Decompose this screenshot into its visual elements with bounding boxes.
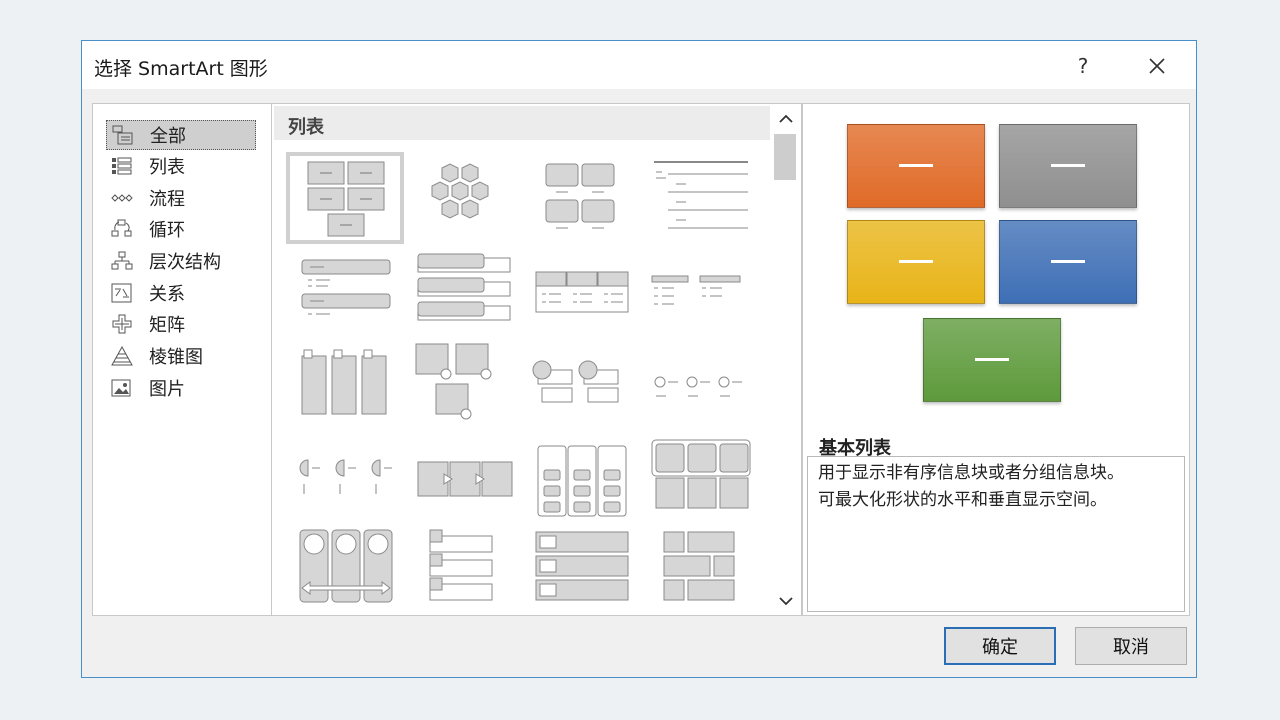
layout-thumbnail	[532, 360, 619, 403]
layout-thumbnail	[654, 376, 742, 397]
preview-shape	[847, 220, 985, 304]
layout-tabbed-list[interactable]	[286, 340, 404, 432]
category-label: 矩阵	[149, 315, 185, 336]
close-button[interactable]	[1142, 51, 1172, 81]
preview-shape	[999, 220, 1137, 304]
layout-thumbnail	[415, 343, 492, 420]
layout-picture-accent-list[interactable]	[404, 524, 522, 616]
layout-brick-list[interactable]	[640, 524, 758, 616]
layout-thumbnail	[307, 161, 385, 237]
gallery-group-label: 列表	[288, 117, 324, 138]
picture-icon	[109, 377, 135, 399]
category-label: 层次结构	[149, 252, 221, 273]
layout-picture-caption-list[interactable]	[404, 340, 522, 432]
cancel-button[interactable]: 取消	[1075, 627, 1187, 665]
category-label: 棱锥图	[149, 347, 203, 368]
layout-thumbnail	[537, 445, 627, 517]
layout-thumbnail	[545, 163, 615, 229]
layout-lined-list[interactable]	[640, 152, 758, 244]
layout-table-list[interactable]	[640, 434, 758, 526]
layout-stacked-box-list[interactable]	[522, 524, 640, 616]
preview-shape	[923, 318, 1061, 402]
preview-description: 用于显示非有序信息块或者分组信息块。 可最大化形状的水平和垂直显示空间。	[807, 456, 1185, 612]
category-hierarchy[interactable]: 层次结构	[106, 246, 256, 276]
all-icon	[110, 124, 136, 146]
layout-thumbnail	[417, 253, 511, 321]
preview-pane: 基本列表 用于显示非有序信息块或者分组信息块。 可最大化形状的水平和垂直显示空间…	[802, 103, 1190, 616]
category-process[interactable]: 流程	[106, 183, 256, 213]
layout-thumbnail	[431, 163, 489, 219]
layout-thumbnail	[299, 459, 392, 494]
category-label: 列表	[149, 157, 185, 178]
gallery-group-header: 列表	[274, 106, 770, 140]
layout-grouped-list[interactable]	[522, 152, 640, 244]
category-all[interactable]: 全部	[106, 120, 256, 150]
preview-shape	[999, 124, 1137, 208]
help-button[interactable]: ?	[1068, 51, 1098, 81]
category-list-item[interactable]: 列表	[106, 151, 256, 181]
layout-horizontal-bullet-list[interactable]	[522, 246, 640, 338]
layout-vertical-bullet-list[interactable]	[286, 246, 404, 338]
list-icon	[109, 155, 135, 177]
layout-hexagon-cluster[interactable]	[404, 152, 522, 244]
category-relationship[interactable]: 关系	[106, 278, 256, 308]
layout-thumbnail	[651, 275, 741, 305]
layout-dot-bullet-list[interactable]	[640, 340, 758, 432]
layout-circle-callout-list[interactable]	[522, 340, 640, 432]
layout-thumbnail	[535, 271, 629, 313]
relationship-icon	[109, 282, 135, 304]
category-list: 全部 列表 流程 循环 层次结构 关系 矩阵 棱锥图 图片	[92, 103, 272, 616]
layout-thumbnail	[301, 259, 391, 315]
pyramid-icon	[109, 345, 135, 367]
layout-thumbnail	[651, 439, 751, 509]
dialog-title: 选择 SmartArt 图形	[94, 58, 268, 80]
layout-vertical-box-list[interactable]	[522, 434, 640, 526]
category-picture[interactable]: 图片	[106, 373, 256, 403]
scroll-down-button[interactable]	[774, 590, 798, 612]
layout-circle-arrow-list[interactable]	[286, 524, 404, 616]
chevron-down-icon	[779, 597, 793, 606]
category-label: 循环	[149, 220, 185, 241]
category-label: 关系	[149, 284, 185, 305]
layout-thumbnail	[429, 529, 493, 601]
smartart-dialog: 选择 SmartArt 图形 ? 全部 列表 流程 循环 层次结构 关系 矩阵 …	[81, 40, 1197, 678]
description-line: 可最大化形状的水平和垂直显示空间。	[818, 490, 1107, 510]
scrollbar-thumb[interactable]	[774, 134, 796, 180]
layout-basic-list[interactable]	[286, 152, 404, 244]
cycle-icon	[109, 218, 135, 240]
close-icon	[1149, 58, 1165, 74]
category-pyramid[interactable]: 棱锥图	[106, 341, 256, 371]
category-cycle[interactable]: 循环	[106, 214, 256, 244]
ok-button[interactable]: 确定	[944, 627, 1056, 665]
category-label: 图片	[149, 379, 185, 400]
layout-thumbnail	[301, 349, 387, 415]
title-bar: 选择 SmartArt 图形 ?	[82, 41, 1196, 89]
layout-continuous-block-process[interactable]	[404, 434, 522, 526]
layout-thumbnail	[654, 161, 748, 229]
layout-thumbnail	[663, 531, 735, 601]
chevron-up-icon	[779, 114, 793, 123]
layout-thumbnail	[299, 529, 393, 603]
layout-thumbnail	[417, 461, 513, 497]
layout-pie-segment-list[interactable]	[286, 434, 404, 526]
hierarchy-icon	[109, 250, 135, 272]
category-label: 流程	[149, 189, 185, 210]
process-icon	[109, 187, 135, 209]
layout-stacked-list[interactable]	[404, 246, 522, 338]
layout-gallery: 列表	[271, 103, 802, 616]
category-label: 全部	[150, 126, 186, 147]
scroll-up-button[interactable]	[774, 108, 798, 130]
matrix-icon	[109, 313, 135, 335]
category-matrix[interactable]: 矩阵	[106, 309, 256, 339]
layout-thumbnail	[535, 531, 629, 601]
description-line: 用于显示非有序信息块或者分组信息块。	[818, 463, 1124, 483]
preview-shape	[847, 124, 985, 208]
layout-square-accent-list[interactable]	[640, 246, 758, 338]
